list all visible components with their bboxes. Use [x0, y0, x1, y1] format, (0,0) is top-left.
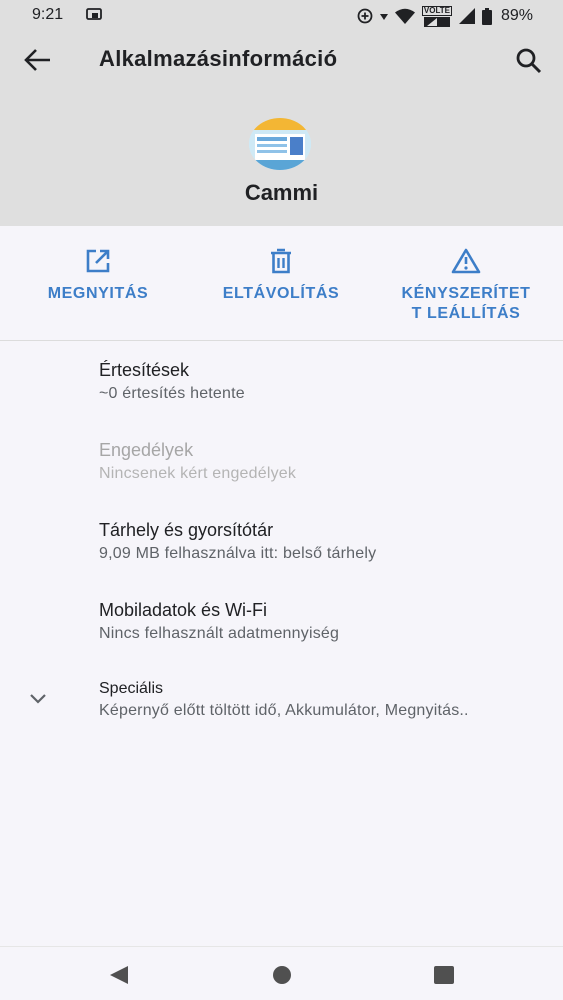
data-arrow-icon — [379, 14, 388, 20]
notifications-subtitle: ~0 értesítés hetente — [99, 385, 245, 402]
nav-back-button[interactable] — [108, 964, 130, 986]
signal-small-icon — [423, 16, 450, 27]
status-icons: VOLTE 89% — [357, 5, 533, 27]
storage-subtitle: 9,09 MB felhasználva itt: belső tárhely — [99, 545, 377, 562]
list-item-notifications[interactable]: Értesítések ~0 értesítés hetente — [0, 360, 563, 440]
advanced-subtitle: Képernyő előtt töltött idő, Akkumulátor,… — [99, 702, 469, 719]
app-bar: Alkalmazásinformáció — [0, 32, 563, 88]
permissions-title: Engedélyek — [99, 440, 194, 460]
search-icon — [516, 48, 542, 74]
force-stop-label: KÉNYSZERÍTET T LEÁLLÍTÁS — [402, 284, 531, 324]
notifications-title: Értesítések — [99, 360, 190, 380]
cammi-app-icon — [249, 118, 311, 170]
chevron-down-icon — [30, 694, 46, 704]
status-bar: 9:21 VOLTE 89% — [0, 0, 563, 32]
nav-home-button[interactable] — [271, 964, 293, 986]
advanced-title: Speciális — [99, 680, 164, 697]
back-button[interactable] — [22, 46, 54, 74]
mobile-data-subtitle: Nincs felhasznált adatmennyiség — [99, 625, 340, 642]
uninstall-button[interactable]: ELTÁVOLÍTÁS — [206, 226, 356, 340]
volte-badge: VOLTE — [421, 5, 452, 27]
status-time: 9:21 — [32, 6, 64, 23]
open-label: MEGNYITÁS — [47, 285, 149, 302]
battery-icon — [481, 7, 492, 25]
volte-label: VOLTE — [421, 5, 452, 16]
app-info-screen: 9:21 VOLTE 89% Alkalmazásinformáció Camm… — [0, 0, 563, 1000]
list-item-advanced[interactable]: Speciális Képernyő előtt töltött idő, Ak… — [0, 680, 563, 760]
trash-icon — [271, 248, 291, 274]
force-stop-button[interactable]: KÉNYSZERÍTET T LEÁLLÍTÁS — [386, 226, 546, 340]
arrow-back-icon — [24, 49, 50, 71]
open-button[interactable]: MEGNYITÁS — [28, 226, 168, 340]
warning-icon — [451, 248, 481, 274]
nav-back-icon — [110, 966, 128, 984]
storage-title: Tárhely és gyorsítótár — [99, 520, 274, 540]
action-buttons: MEGNYITÁS ELTÁVOLÍTÁS KÉNYSZERÍTET T LEÁ… — [0, 226, 563, 341]
app-name: Cammi — [244, 180, 319, 205]
header-area: 9:21 VOLTE 89% Alkalmazásinformáció Camm… — [0, 0, 563, 226]
mobile-data-title: Mobiladatok és Wi-Fi — [99, 600, 268, 620]
data-saver-icon — [357, 8, 373, 24]
screen-mirror-icon — [86, 8, 102, 20]
list-item-mobile-data[interactable]: Mobiladatok és Wi-Fi Nincs felhasznált a… — [0, 600, 563, 680]
uninstall-label: ELTÁVOLÍTÁS — [222, 285, 340, 302]
page-title: Alkalmazásinformáció — [99, 46, 338, 71]
nav-recents-icon — [434, 966, 454, 984]
search-button[interactable] — [514, 46, 544, 76]
list-item-storage[interactable]: Tárhely és gyorsítótár 9,09 MB felhaszná… — [0, 520, 563, 600]
navigation-bar — [0, 946, 563, 1000]
permissions-subtitle: Nincsenek kért engedélyek — [99, 465, 297, 482]
wifi-icon — [394, 8, 415, 24]
force-stop-label-line1: KÉNYSZERÍTET — [401, 285, 531, 302]
nav-recents-button[interactable] — [433, 965, 455, 985]
nav-home-icon — [273, 966, 291, 984]
open-external-icon — [86, 249, 110, 273]
list-item-permissions: Engedélyek Nincsenek kért engedélyek — [0, 440, 563, 520]
force-stop-label-line2: T LEÁLLÍTÁS — [411, 305, 521, 322]
battery-percent: 89% — [500, 7, 533, 24]
cell-signal-icon — [458, 8, 475, 24]
